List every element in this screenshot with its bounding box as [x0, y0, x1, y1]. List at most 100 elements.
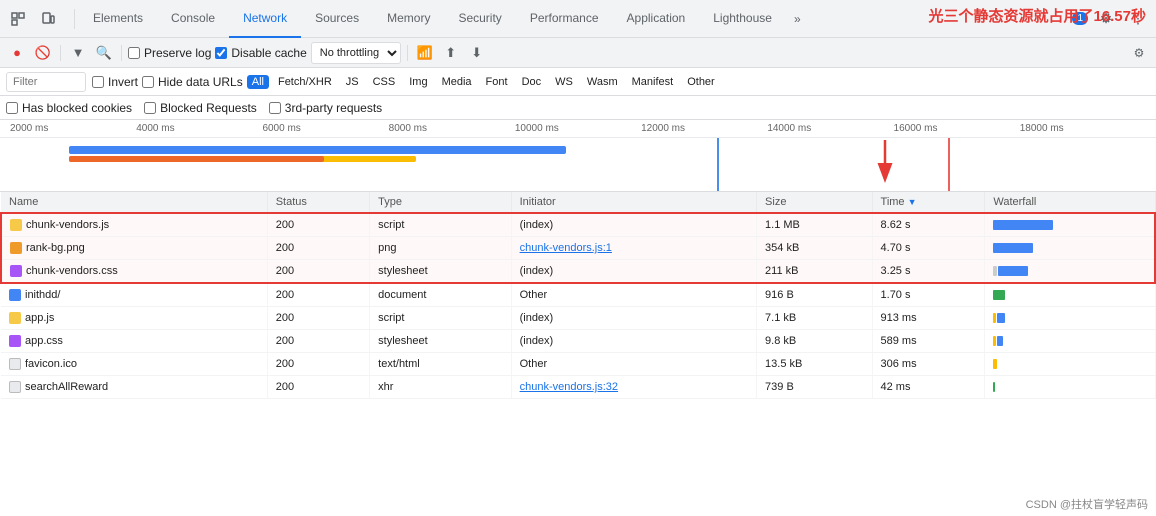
- record-button[interactable]: ●: [6, 42, 28, 64]
- filter-tag-other[interactable]: Other: [682, 75, 720, 89]
- search-icon[interactable]: 🔍: [93, 42, 115, 64]
- filter-tag-doc[interactable]: Doc: [517, 75, 547, 89]
- hide-data-urls-checkbox[interactable]: [142, 76, 154, 88]
- filename: inithdd/: [25, 289, 60, 301]
- table-row[interactable]: inithdd/ 200 document Other 916 B 1.70 s: [1, 283, 1155, 307]
- cell-name: app.css: [1, 330, 267, 353]
- cell-name: chunk-vendors.css: [1, 260, 267, 284]
- table-row[interactable]: app.js 200 script (index) 7.1 kB 913 ms: [1, 307, 1155, 330]
- preserve-log-checkbox[interactable]: [128, 47, 140, 59]
- invert-label[interactable]: Invert: [92, 75, 138, 89]
- col-name[interactable]: Name: [1, 192, 267, 213]
- col-initiator[interactable]: Initiator: [511, 192, 756, 213]
- initiator-link[interactable]: chunk-vendors.js:32: [520, 381, 618, 393]
- filter-tag-css[interactable]: CSS: [368, 75, 401, 89]
- filter-tag-ws[interactable]: WS: [550, 75, 578, 89]
- filter-tag-media[interactable]: Media: [437, 75, 477, 89]
- cell-type: script: [370, 213, 511, 237]
- cell-initiator: (index): [511, 330, 756, 353]
- timeline-bar-3: [69, 156, 323, 162]
- filter-tag-img[interactable]: Img: [404, 75, 432, 89]
- csdn-watermark: CSDN @拄杖盲学轻声码: [1026, 496, 1148, 512]
- table-row[interactable]: favicon.ico 200 text/html Other 13.5 kB …: [1, 353, 1155, 376]
- col-size[interactable]: Size: [757, 192, 872, 213]
- disable-cache-checkbox[interactable]: [215, 47, 227, 59]
- clear-button[interactable]: 🚫: [32, 42, 54, 64]
- file-icon: [9, 335, 21, 347]
- filter-tag-js[interactable]: JS: [341, 75, 364, 89]
- inspect-icon[interactable]: [4, 5, 32, 33]
- filter-input[interactable]: [6, 72, 86, 92]
- cell-name: app.js: [1, 307, 267, 330]
- filter-icon[interactable]: ▼: [67, 42, 89, 64]
- col-waterfall[interactable]: Waterfall: [985, 192, 1155, 213]
- table-row[interactable]: chunk-vendors.css 200 stylesheet (index)…: [1, 260, 1155, 284]
- filter-row: Invert Hide data URLs All Fetch/XHR JS C…: [0, 68, 1156, 96]
- file-icon: [10, 242, 22, 254]
- col-time[interactable]: Time ▼: [872, 192, 985, 213]
- filter-tag-all[interactable]: All: [247, 75, 269, 89]
- upload-icon[interactable]: ⬆: [440, 42, 462, 64]
- has-blocked-label[interactable]: Has blocked cookies: [6, 101, 132, 115]
- cell-size: 7.1 kB: [757, 307, 872, 330]
- responsive-icon[interactable]: [34, 5, 62, 33]
- col-status[interactable]: Status: [267, 192, 369, 213]
- invert-checkbox[interactable]: [92, 76, 104, 88]
- tab-performance[interactable]: Performance: [516, 0, 613, 38]
- filter-tag-manifest[interactable]: Manifest: [627, 75, 679, 89]
- cell-size: 211 kB: [757, 260, 872, 284]
- hide-data-urls-label[interactable]: Hide data URLs: [142, 75, 243, 89]
- preserve-log-label[interactable]: Preserve log: [128, 46, 211, 60]
- has-blocked-checkbox[interactable]: [6, 102, 18, 114]
- devtools-icons: [4, 5, 62, 33]
- cell-initiator: chunk-vendors.js:1: [511, 237, 756, 260]
- table-row[interactable]: app.css 200 stylesheet (index) 9.8 kB 58…: [1, 330, 1155, 353]
- filter-tag-wasm[interactable]: Wasm: [582, 75, 623, 89]
- more-tabs[interactable]: »: [786, 0, 809, 38]
- third-party-label[interactable]: 3rd-party requests: [269, 101, 382, 115]
- tab-sources[interactable]: Sources: [301, 0, 373, 38]
- sep1: [60, 45, 61, 61]
- tab-memory[interactable]: Memory: [373, 0, 444, 38]
- network-table-container: Name Status Type Initiator Size Time ▼ W…: [0, 192, 1156, 399]
- tick-10000: 10000 ms: [515, 123, 641, 134]
- cell-initiator: Other: [511, 353, 756, 376]
- third-party-checkbox[interactable]: [269, 102, 281, 114]
- table-row[interactable]: chunk-vendors.js 200 script (index) 1.1 …: [1, 213, 1155, 237]
- cell-waterfall: [985, 376, 1155, 399]
- table-row[interactable]: searchAllReward 200 xhr chunk-vendors.js…: [1, 376, 1155, 399]
- filter-tag-font[interactable]: Font: [481, 75, 513, 89]
- initiator-link[interactable]: chunk-vendors.js:1: [520, 242, 612, 254]
- cell-initiator: (index): [511, 307, 756, 330]
- cell-status: 200: [267, 307, 369, 330]
- tick-18000: 18000 ms: [1020, 123, 1146, 134]
- blocked-requests-checkbox[interactable]: [144, 102, 156, 114]
- cell-size: 354 kB: [757, 237, 872, 260]
- table-row[interactable]: rank-bg.png 200 png chunk-vendors.js:1 3…: [1, 237, 1155, 260]
- tab-application[interactable]: Application: [613, 0, 700, 38]
- wifi-icon[interactable]: 📶: [414, 42, 436, 64]
- tab-security[interactable]: Security: [444, 0, 515, 38]
- download-icon[interactable]: ⬇: [466, 42, 488, 64]
- tab-console[interactable]: Console: [157, 0, 229, 38]
- gear-icon[interactable]: ⚙: [1128, 42, 1150, 64]
- cell-time: 306 ms: [872, 353, 985, 376]
- col-type[interactable]: Type: [370, 192, 511, 213]
- cell-size: 9.8 kB: [757, 330, 872, 353]
- cell-status: 200: [267, 330, 369, 353]
- blocked-requests-text: Blocked Requests: [160, 101, 257, 115]
- cell-type: stylesheet: [370, 260, 511, 284]
- timeline: 2000 ms 4000 ms 6000 ms 8000 ms 10000 ms…: [0, 120, 1156, 192]
- cell-name: searchAllReward: [1, 376, 267, 399]
- file-icon: [10, 219, 22, 231]
- filter-tag-fetch-xhr[interactable]: Fetch/XHR: [273, 75, 337, 89]
- throttling-select[interactable]: No throttling: [311, 42, 401, 64]
- vline-blue: [717, 138, 719, 192]
- table-body: chunk-vendors.js 200 script (index) 1.1 …: [1, 213, 1155, 399]
- disable-cache-label[interactable]: Disable cache: [215, 46, 306, 60]
- tab-elements[interactable]: Elements: [79, 0, 157, 38]
- tab-network[interactable]: Network: [229, 0, 301, 38]
- filename: chunk-vendors.css: [26, 265, 118, 277]
- tab-lighthouse[interactable]: Lighthouse: [699, 0, 786, 38]
- blocked-requests-label[interactable]: Blocked Requests: [144, 101, 257, 115]
